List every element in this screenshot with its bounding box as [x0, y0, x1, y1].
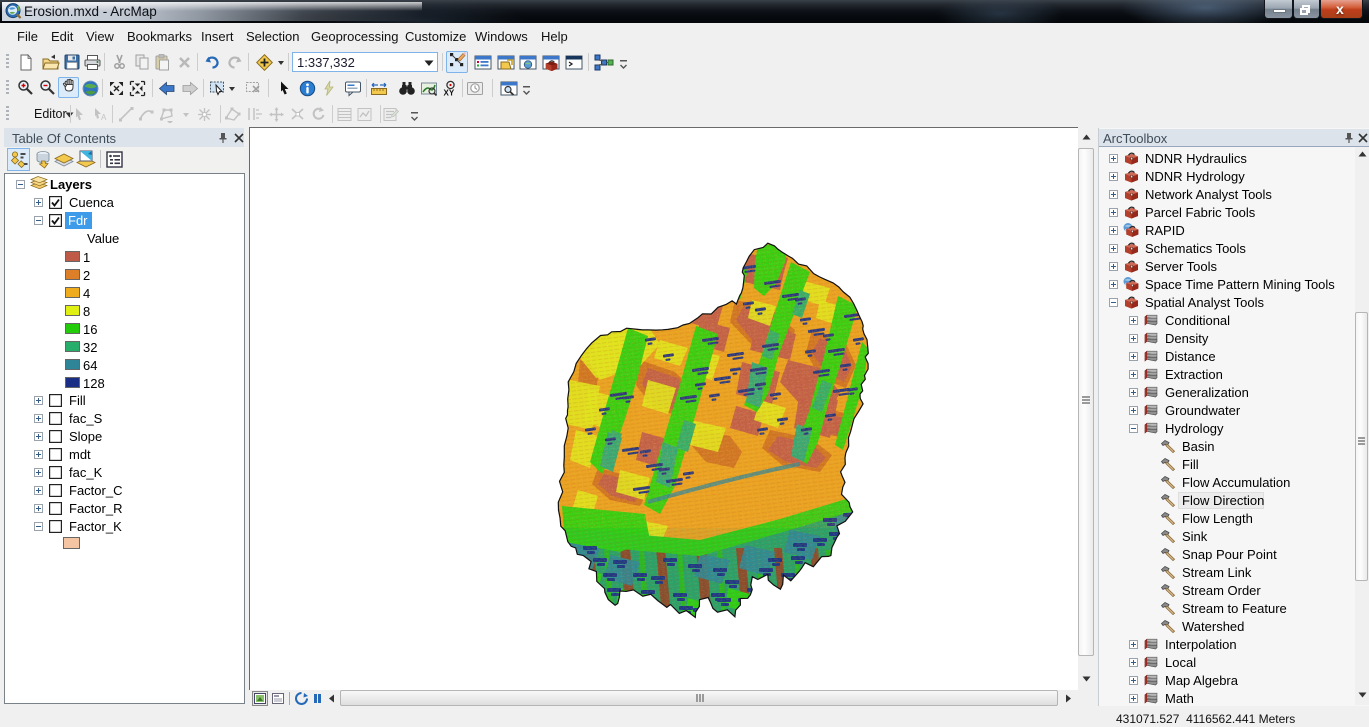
svg-text:A: A	[101, 113, 107, 122]
svg-text:XY: XY	[444, 89, 455, 98]
